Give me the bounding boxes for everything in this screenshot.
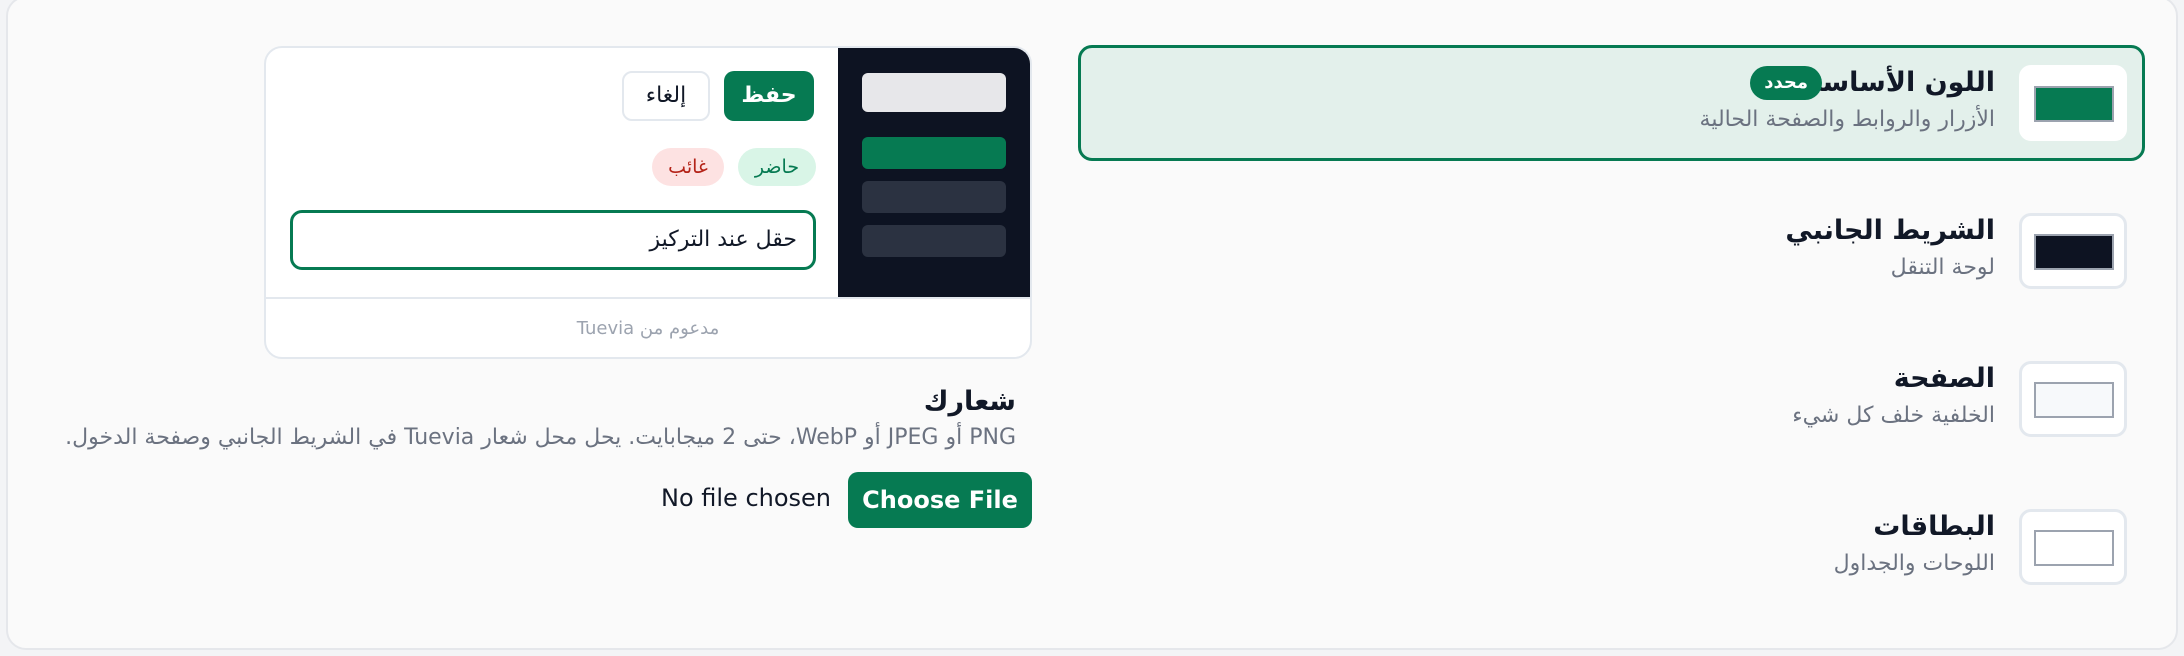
- logo-section-title: شعارك: [923, 386, 1016, 417]
- color-option-title: البطاقات: [1873, 511, 1995, 542]
- logo-section-description: PNG أو JPEG أو WebP، حتى 2 ميجابايت. يحل…: [65, 425, 1016, 450]
- primary-color-swatch: [2034, 86, 2114, 122]
- preview-sidebar-item: [862, 225, 1006, 257]
- color-option-primary[interactable]: اللون الأساسي محدد الأزرار والروابط والص…: [1078, 45, 2145, 161]
- preview-absent-chip: غائب: [652, 148, 724, 186]
- swatch-frame: [2019, 65, 2127, 141]
- swatch-frame: [2019, 213, 2127, 289]
- preview-save-button: حفظ: [724, 71, 814, 121]
- swatch-frame: [2019, 509, 2127, 585]
- preview-sidebar-item: [862, 181, 1006, 213]
- color-option-cards[interactable]: البطاقات اللوحات والجداول: [1078, 489, 2145, 605]
- preview-cancel-button: إلغاء: [622, 71, 710, 121]
- preview-footer: مدعوم من Tuevia: [576, 318, 720, 339]
- color-option-description: الأزرار والروابط والصفحة الحالية: [1699, 107, 1995, 132]
- preview-present-chip: حاضر: [738, 148, 816, 186]
- theme-settings-card: اللون الأساسي محدد الأزرار والروابط والص…: [6, 0, 2178, 650]
- swatch-frame: [2019, 361, 2127, 437]
- preview-sidebar-logo: [862, 73, 1006, 112]
- color-option-page[interactable]: الصفحة الخلفية خلف كل شيء: [1078, 341, 2145, 457]
- file-status-text: No file chosen: [661, 484, 832, 512]
- preview-focus-input: حقل عند التركيز: [290, 210, 816, 270]
- color-option-sidebar[interactable]: الشريط الجانبي لوحة التنقل: [1078, 193, 2145, 309]
- theme-preview: حفظ إلغاء حاضر غائب حقل عند التركيز مدعو…: [264, 46, 1032, 359]
- cards-color-swatch: [2034, 530, 2114, 566]
- preview-sidebar-active-item: [862, 137, 1006, 169]
- color-option-title: الصفحة: [1893, 363, 1995, 394]
- preview-sidebar: [838, 48, 1030, 297]
- choose-file-button[interactable]: Choose File: [848, 472, 1032, 528]
- color-option-title: الشريط الجانبي: [1785, 215, 1995, 246]
- page-color-swatch: [2034, 382, 2114, 418]
- color-option-title: اللون الأساسي: [1795, 67, 1995, 98]
- color-option-description: لوحة التنقل: [1890, 255, 1995, 280]
- color-option-description: الخلفية خلف كل شيء: [1792, 403, 1995, 428]
- sidebar-color-swatch: [2034, 234, 2114, 270]
- selected-badge: محدد: [1750, 66, 1822, 100]
- color-option-description: اللوحات والجداول: [1833, 551, 1995, 576]
